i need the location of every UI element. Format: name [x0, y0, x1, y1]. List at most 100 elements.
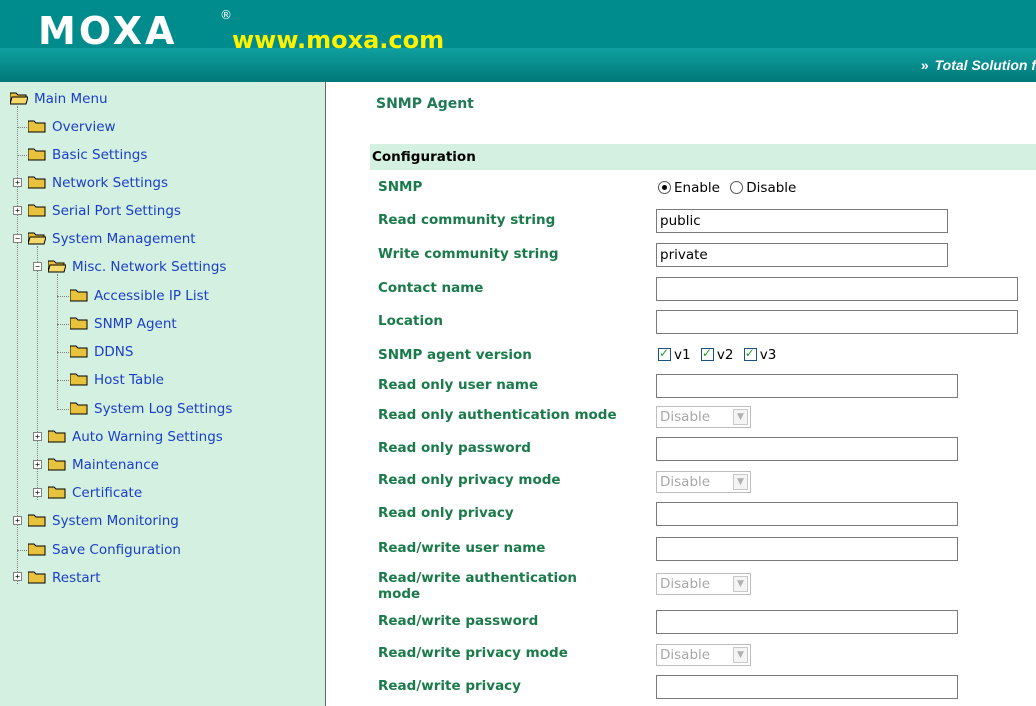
rw-priv-mode-value: Disable	[660, 647, 711, 663]
tagline-arrows-icon: »	[920, 57, 929, 73]
collapse-icon[interactable]: −	[33, 262, 42, 271]
tree-branch	[57, 324, 69, 325]
moxa-logo: MOXA	[38, 9, 178, 53]
chevron-down-icon: ▼	[733, 647, 748, 663]
write-community-label: Write community string	[378, 246, 559, 262]
sidebar-item-serial-port-settings[interactable]: Serial Port Settings	[28, 202, 181, 220]
rw-user-row: Read/write user name	[376, 537, 1036, 561]
sidebar-item-maintenance[interactable]: Maintenance	[48, 456, 159, 474]
location-row: Location	[376, 310, 1036, 334]
sidebar-item-overview[interactable]: Overview	[28, 118, 116, 136]
sidebar-item-label: Accessible IP List	[94, 288, 209, 304]
rw-priv-row: Read/write privacy	[376, 675, 1036, 699]
folder-open-icon	[10, 92, 28, 105]
snmp-enable-radio[interactable]	[658, 181, 671, 194]
ro-user-input[interactable]	[656, 374, 958, 398]
expand-icon[interactable]: +	[13, 516, 22, 525]
rw-privacy-input[interactable]	[656, 675, 958, 699]
folder-icon	[48, 430, 66, 443]
snmp-enable-label: Enable	[674, 180, 720, 196]
folder-open-icon	[48, 260, 66, 273]
sidebar: + + − − + + + + + Main Menu Overview Bas…	[0, 82, 326, 706]
rw-priv-mode-select[interactable]: Disable ▼	[656, 644, 751, 666]
sidebar-item-restart[interactable]: Restart	[28, 569, 101, 587]
section-header: Configuration	[370, 144, 1036, 170]
sidebar-item-basic-settings[interactable]: Basic Settings	[28, 146, 147, 164]
folder-icon	[48, 458, 66, 471]
ro-auth-mode-select[interactable]: Disable ▼	[656, 406, 751, 428]
rw-priv-label: Read/write privacy	[378, 678, 521, 694]
rw-auth-mode-label-line2: mode	[378, 586, 421, 602]
sidebar-item-auto-warning-settings[interactable]: Auto Warning Settings	[48, 428, 223, 446]
sidebar-item-network-settings[interactable]: Network Settings	[28, 174, 168, 192]
v3-checkbox[interactable]	[743, 346, 757, 361]
rw-auth-mode-select[interactable]: Disable ▼	[656, 573, 751, 595]
tree-root-main-menu[interactable]: Main Menu	[10, 90, 108, 108]
sidebar-item-system-management[interactable]: System Management	[28, 230, 196, 248]
folder-icon	[28, 120, 46, 133]
tree-branch	[17, 127, 27, 128]
v2-label: v2	[716, 347, 734, 363]
folder-icon	[70, 345, 88, 358]
expand-icon[interactable]: +	[13, 178, 22, 187]
rw-password-input[interactable]	[656, 610, 958, 634]
ro-priv-mode-label: Read only privacy mode	[378, 472, 561, 488]
ro-password-label: Read only password	[378, 440, 531, 456]
ro-auth-mode-value: Disable	[660, 409, 711, 425]
ro-priv-mode-select[interactable]: Disable ▼	[656, 471, 751, 493]
tagline-text: Total Solution f	[934, 57, 1036, 73]
folder-icon	[70, 402, 88, 415]
chevron-down-icon: ▼	[733, 474, 748, 490]
sidebar-item-system-log-settings[interactable]: System Log Settings	[70, 400, 232, 418]
snmp-disable-radio[interactable]	[730, 181, 744, 194]
expand-icon[interactable]: +	[33, 488, 42, 497]
ro-priv-label: Read only privacy	[378, 505, 514, 521]
sidebar-item-misc-network-settings[interactable]: Misc. Network Settings	[48, 258, 226, 276]
sidebar-item-system-monitoring[interactable]: System Monitoring	[28, 512, 179, 530]
contact-row: Contact name	[376, 277, 1036, 301]
menu-tree: + + − − + + + + + Main Menu Overview Bas…	[0, 82, 326, 706]
collapse-icon[interactable]: −	[13, 234, 22, 243]
sidebar-item-accessible-ip-list[interactable]: Accessible IP List	[70, 287, 209, 305]
expand-icon[interactable]: +	[33, 432, 42, 441]
v1-checkbox[interactable]	[658, 346, 671, 361]
ro-priv-mode-row: Read only privacy mode Disable ▼	[376, 469, 1036, 493]
location-input[interactable]	[656, 310, 1018, 334]
rw-user-input[interactable]	[656, 537, 958, 561]
folder-icon	[28, 514, 46, 527]
section-title: Configuration	[372, 149, 476, 165]
expand-icon[interactable]: +	[13, 206, 22, 215]
ro-password-input[interactable]	[656, 437, 958, 461]
agent-version-row: SNMP agent version v1 v2 v3	[376, 344, 1036, 368]
contact-name-input[interactable]	[656, 277, 1018, 301]
sidebar-item-label: System Log Settings	[94, 401, 233, 417]
sidebar-item-label: Basic Settings	[52, 147, 148, 163]
sidebar-item-label: Restart	[52, 570, 101, 586]
write-community-row: Write community string private	[376, 243, 1036, 267]
sidebar-item-host-table[interactable]: Host Table	[70, 371, 164, 389]
agent-version-label: SNMP agent version	[378, 347, 532, 363]
tree-branch	[57, 352, 69, 353]
write-community-input[interactable]: private	[656, 243, 948, 267]
v2-checkbox[interactable]	[700, 346, 714, 361]
sidebar-item-label: Host Table	[94, 372, 164, 388]
ro-user-label: Read only user name	[378, 377, 539, 393]
sidebar-item-label: Serial Port Settings	[52, 203, 181, 219]
expand-icon[interactable]: +	[13, 572, 22, 581]
sidebar-item-label: Maintenance	[72, 457, 159, 473]
rw-priv-mode-row: Read/write privacy mode Disable ▼	[376, 642, 1036, 666]
chevron-down-icon: ▼	[733, 576, 748, 592]
folder-icon	[28, 176, 46, 189]
expand-icon[interactable]: +	[33, 460, 42, 469]
sidebar-item-snmp-agent[interactable]: SNMP Agent	[70, 315, 177, 333]
folder-icon	[28, 543, 46, 556]
ro-privacy-input[interactable]	[656, 502, 958, 526]
read-community-input[interactable]: public	[656, 209, 948, 233]
sidebar-item-ddns[interactable]: DDNS	[70, 343, 133, 361]
ro-auth-mode-row: Read only authentication mode Disable ▼	[376, 404, 1036, 428]
sidebar-item-certificate[interactable]: Certificate	[48, 484, 142, 502]
tree-branch	[57, 380, 69, 381]
folder-icon	[70, 317, 88, 330]
sidebar-item-save-configuration[interactable]: Save Configuration	[28, 541, 181, 559]
read-community-row: Read community string public	[376, 209, 1036, 233]
